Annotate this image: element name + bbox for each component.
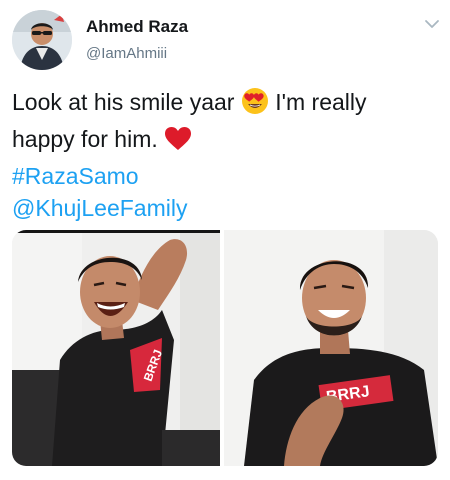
- chevron-down-icon[interactable]: [424, 18, 440, 30]
- heart-eyes-emoji-icon: [241, 87, 269, 123]
- tweet-text-part: happy for him.: [12, 126, 158, 152]
- tweet-text-part: I'm really: [275, 89, 367, 115]
- tweet-text-line-2: happy for him.: [12, 123, 442, 160]
- hashtag-link[interactable]: #RazaSamo: [12, 160, 442, 192]
- tweet-text-line-1: Look at his smile yaar I'm really: [12, 86, 442, 123]
- tweet-text-part: Look at his smile yaar: [12, 89, 235, 115]
- media-gallery[interactable]: BRRJ BRRJ: [12, 230, 438, 466]
- photo-left[interactable]: BRRJ: [12, 230, 220, 466]
- mention-link[interactable]: @KhujLeeFamily: [12, 192, 442, 224]
- tweet[interactable]: Ahmed Raza @IamAhmiii Look at his smile …: [0, 0, 450, 480]
- author-block[interactable]: Ahmed Raza @IamAhmiii: [86, 17, 188, 63]
- tweet-text: Look at his smile yaar I'm really happy …: [12, 86, 442, 224]
- user-handle[interactable]: @IamAhmiii: [86, 45, 188, 63]
- avatar[interactable]: [12, 10, 72, 70]
- photo-right[interactable]: BRRJ: [224, 230, 438, 466]
- display-name[interactable]: Ahmed Raza: [86, 17, 188, 37]
- red-heart-emoji-icon: [164, 126, 192, 160]
